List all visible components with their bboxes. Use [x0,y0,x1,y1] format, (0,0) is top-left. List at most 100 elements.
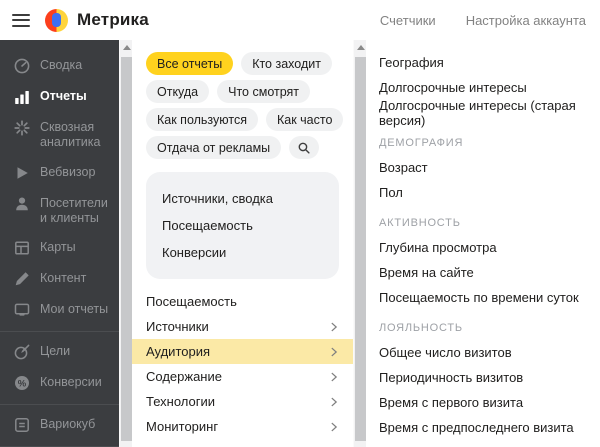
menu-item-sources[interactable]: Источники [132,314,353,339]
search-icon [297,141,311,155]
analytics-burst-icon [13,119,31,137]
menu-item-audience[interactable]: Аудитория [132,339,353,364]
quick-link-conversions[interactable]: Конверсии [146,239,339,266]
sidebar-item-label: Конверсии [40,375,102,389]
metrika-logo-icon[interactable] [45,8,68,32]
sidebar-item-conversions[interactable]: % Конверсии [0,368,119,399]
chip-who-visits[interactable]: Кто заходит [241,52,332,75]
chip-from-where[interactable]: Откуда [146,80,210,103]
search-chip[interactable] [289,136,320,159]
chip-row: Все отчеты Кто заходит [146,52,339,75]
submenu-link-time-since-first-visit[interactable]: Время с первого визита [379,390,592,415]
quick-link-traffic[interactable]: Посещаемость [146,212,339,239]
sidebar-item-cross-analytics[interactable]: Сквозная аналитика [0,113,119,158]
sidebar-item-summary[interactable]: Сводка [0,51,119,82]
sidebar-item-reports[interactable]: Отчеты [0,82,119,113]
app-header: Метрика Счетчики Настройка аккаунта [0,0,600,40]
menu-item-monitoring[interactable]: Мониторинг [132,414,353,439]
submenu-section-demography: ДЕМОГРАФИЯ [379,137,464,149]
percent-icon: % [13,374,31,392]
submenu-link-time-since-penultimate-visit[interactable]: Время с предпоследнего визита [379,415,592,440]
app-title: Метрика [77,10,149,29]
menu-item-label: Содержание [146,369,222,384]
sidebar-item-label: Вариокуб [40,417,96,431]
sidebar-item-webvisor[interactable]: Вебвизор [0,158,119,189]
pencil-icon [13,270,31,288]
goal-icon [13,343,31,361]
chip-how-often[interactable]: Как часто [265,108,344,131]
submenu-link-gender[interactable]: Пол [379,180,592,205]
sidebar-item-label: Сквозная аналитика [40,120,101,150]
nav-account-settings-link[interactable]: Настройка аккаунта [466,13,586,28]
sidebar-scrollbar[interactable] [119,40,132,447]
reports-nav-panel: Все отчеты Кто заходит Откуда Что смотря… [132,40,353,447]
sidebar-item-my-reports[interactable]: Мои отчеты [0,295,119,326]
sidebar-item-label: Вебвизор [40,164,96,179]
chevron-right-icon [327,345,341,359]
scrollbar-thumb[interactable] [121,57,132,441]
quick-links-box: Источники, сводка Посещаемость Конверсии [146,172,339,279]
chip-row: Откуда Что смотрят [146,80,339,103]
submenu-link-geography[interactable]: География [379,50,592,75]
menu-item-label: Мониторинг [146,419,219,434]
layout-icon [13,239,31,257]
submenu-link-visits-by-time-of-day[interactable]: Посещаемость по времени суток [379,285,592,310]
audience-submenu-panel: География Долгосрочные интересы Долгосро… [366,40,600,447]
nav-counters-link[interactable]: Счетчики [380,13,436,28]
submenu-link-long-term-interests-old[interactable]: Долгосрочные интересы (старая версия) [379,98,592,128]
chip-how-they-use[interactable]: Как пользуются [146,108,258,131]
menu-item-label: Технологии [146,394,216,409]
sidebar-item-maps[interactable]: Карты [0,233,119,264]
chevron-right-icon [327,420,341,434]
scrollbar-thumb[interactable] [355,57,366,441]
sidebar-group-variocube: Вариокуб [0,404,119,446]
chevron-right-icon [327,395,341,409]
sidebar-item-label: Сводка [40,58,83,72]
monitor-icon [13,301,31,319]
svg-text:%: % [18,378,27,389]
submenu-link-total-visits[interactable]: Общее число визитов [379,340,592,365]
submenu-link-visit-frequency[interactable]: Периодичность визитов [379,365,592,390]
submenu-link-time-on-site[interactable]: Время на сайте [379,260,592,285]
submenu-link-view-depth[interactable]: Глубина просмотра [379,235,592,260]
scroll-up-icon[interactable] [354,40,367,55]
submenu-link-age[interactable]: Возраст [379,155,592,180]
submenu-link-long-term-interests[interactable]: Долгосрочные интересы [379,75,592,100]
sidebar-item-label: Посетители и клиенты [40,195,108,225]
sidebar-item-goals[interactable]: Цели [0,337,119,368]
chip-all-reports[interactable]: Все отчеты [146,52,234,75]
menu-icon[interactable] [12,13,30,27]
sidebar-item-label: Мои отчеты [40,302,109,316]
speedometer-icon [13,57,31,75]
chip-row: Отдача от рекламы [146,136,339,159]
metrika-app: Метрика Счетчики Настройка аккаунта Свод… [0,0,600,447]
main-area: Сводка Отчеты Сквозная аналитика Вебвизо… [0,40,600,447]
menu-item-label: Посещаемость [146,294,237,309]
sidebar: Сводка Отчеты Сквозная аналитика Вебвизо… [0,40,119,447]
chip-ad-return[interactable]: Отдача от рекламы [146,136,282,159]
sidebar-group-goals: Цели % Конверсии [0,331,119,404]
chip-what-they-view[interactable]: Что смотрят [217,80,311,103]
chip-row: Как пользуются Как часто [146,108,344,131]
chevron-right-icon [327,370,341,384]
menu-item-content[interactable]: Содержание [132,364,353,389]
sidebar-item-label: Цели [40,344,71,358]
quick-link-sources-summary[interactable]: Источники, сводка [146,185,339,212]
sidebar-item-label: Карты [40,240,76,254]
menu-item-technologies[interactable]: Технологии [132,389,353,414]
play-icon [13,164,31,182]
menu-item-label: Аудитория [146,344,211,359]
sidebar-item-variocube[interactable]: Вариокуб [0,410,119,441]
menu-item-attendance[interactable]: Посещаемость [132,289,353,314]
sidebar-item-visitors-clients[interactable]: Посетители и клиенты [0,189,119,234]
bar-chart-icon [13,88,31,106]
variocube-icon [13,416,31,434]
sidebar-group-main: Сводка Отчеты Сквозная аналитика Вебвизо… [0,46,119,331]
person-icon [13,195,31,213]
sidebar-item-content[interactable]: Контент [0,264,119,295]
menu-item-ecommerce[interactable]: Электронная коммерция [132,439,353,447]
submenu-scrollbar[interactable] [353,40,366,447]
submenu-section-loyalty: ЛОЯЛЬНОСТЬ [379,322,463,334]
report-menu: Посещаемость Источники Аудитория Содержа… [132,289,353,447]
submenu-section-activity: АКТИВНОСТЬ [379,217,461,229]
